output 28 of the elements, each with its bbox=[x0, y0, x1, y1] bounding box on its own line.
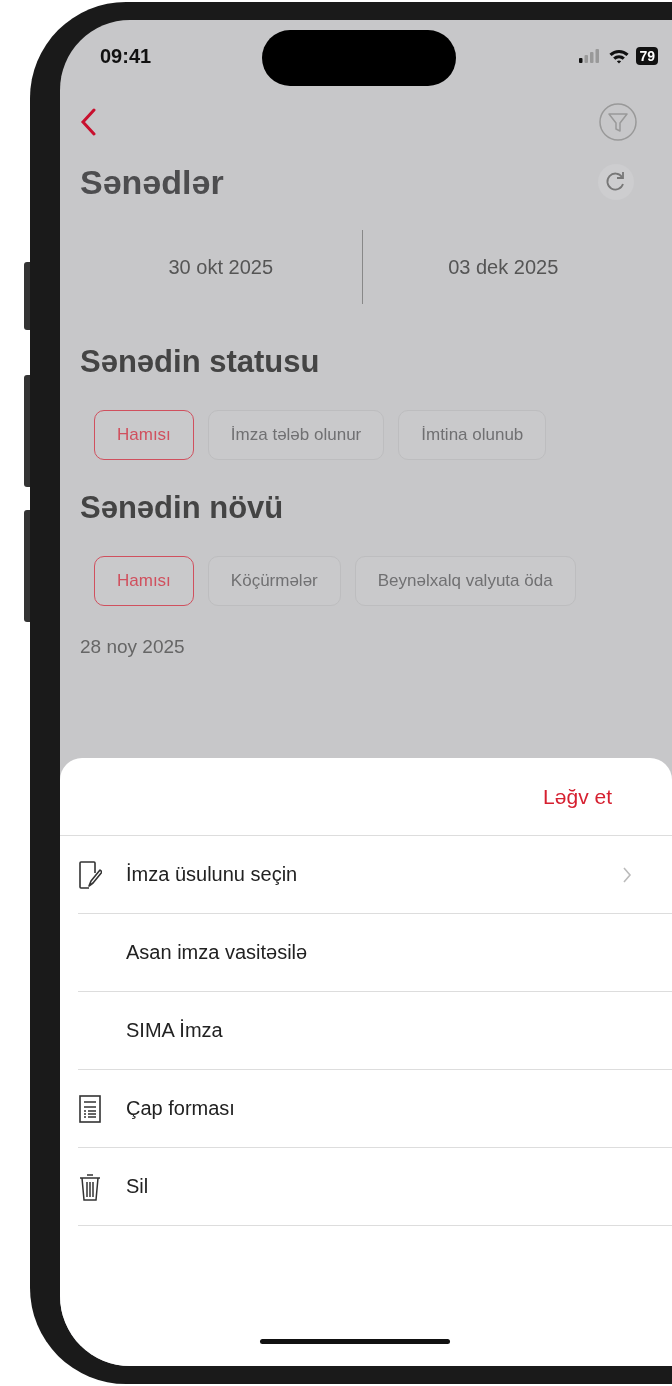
document-list-icon bbox=[78, 1093, 102, 1124]
battery-level: 79 bbox=[636, 47, 658, 65]
start-date[interactable]: 30 okt 2025 bbox=[80, 255, 362, 279]
trash-icon bbox=[78, 1171, 102, 1202]
filter-chip[interactable]: İmza tələb olunur bbox=[207, 410, 385, 460]
menu-item[interactable]: Sil bbox=[78, 1148, 672, 1226]
page-title: Sənədlər bbox=[80, 162, 224, 202]
filter-chip[interactable]: Hamısı bbox=[94, 410, 194, 460]
menu-item[interactable]: SIMA İmza bbox=[78, 992, 672, 1070]
refresh-icon[interactable] bbox=[596, 162, 636, 202]
filter-chip[interactable]: Hamısı bbox=[94, 556, 194, 606]
filter-chip[interactable]: Köçürmələr bbox=[207, 556, 341, 606]
filter-chip[interactable]: Beynəlxalq valyuta öda bbox=[354, 556, 576, 606]
date-heading: 28 noy 2025 bbox=[80, 636, 186, 658]
filter-icon[interactable] bbox=[598, 102, 638, 142]
chevron-right-icon bbox=[622, 865, 632, 884]
end-date[interactable]: 03 dek 2025 bbox=[362, 255, 644, 279]
wifi-icon bbox=[608, 48, 631, 64]
document-pen-icon bbox=[78, 859, 102, 890]
filter-chip[interactable]: İmtina olunub bbox=[398, 410, 547, 460]
back-chevron-icon[interactable] bbox=[80, 107, 96, 137]
status-time: 09:41 bbox=[99, 44, 153, 68]
section-heading: Sənədin növü bbox=[80, 490, 285, 526]
menu-item[interactable]: Çap forması bbox=[78, 1070, 672, 1148]
cancel-button[interactable]: Ləğv et bbox=[539, 758, 616, 835]
section-heading: Sənədin statusu bbox=[80, 344, 321, 380]
menu-item[interactable]: Asan imza vasitəsilə bbox=[78, 914, 672, 992]
menu-item[interactable]: İmza üsulunu seçin bbox=[78, 836, 672, 914]
